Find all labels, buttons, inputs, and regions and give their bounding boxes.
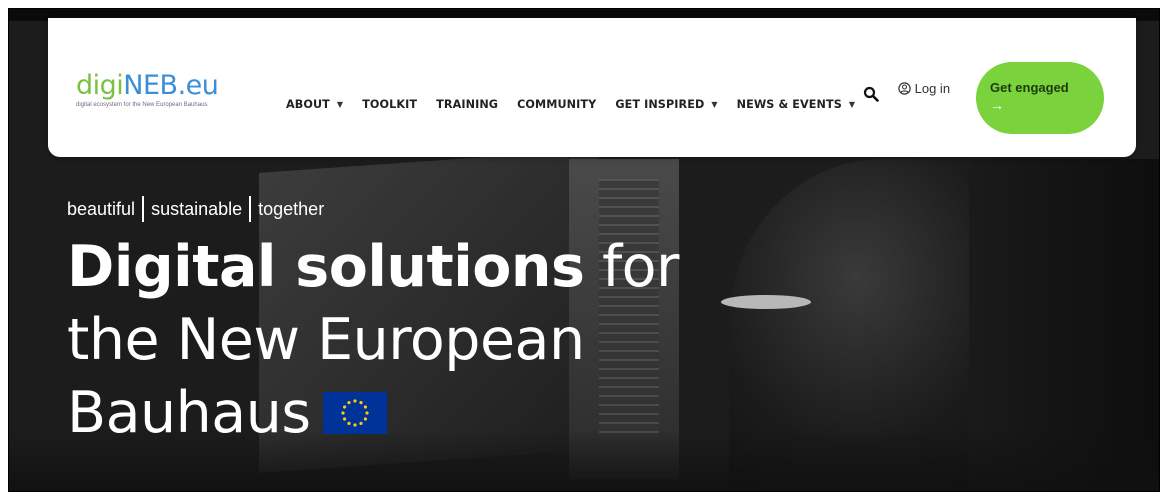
tagline-separator bbox=[142, 196, 145, 222]
logo-part-digi: digi bbox=[76, 70, 124, 101]
hero-headline: Digital solutions for the New European B… bbox=[67, 231, 787, 450]
logo-part-neb: NEB bbox=[123, 70, 178, 101]
tagline-word: together bbox=[258, 198, 325, 219]
headline-bold: Digital solutions bbox=[67, 234, 585, 300]
main-nav: ABOUT ▼ TOOLKIT TRAINING COMMUNITY GET IN… bbox=[286, 98, 874, 111]
nav-label: TOOLKIT bbox=[362, 98, 418, 111]
hero-tagline: beautiful sustainable together bbox=[67, 196, 324, 222]
chevron-down-icon: ▼ bbox=[848, 100, 856, 109]
nav-label: NEWS & EVENTS bbox=[736, 98, 842, 111]
site-logo[interactable]: digiNEB.eu digital ecosystem for the New… bbox=[76, 70, 219, 108]
site-header: digiNEB.eu digital ecosystem for the New… bbox=[48, 18, 1136, 157]
nav-label: COMMUNITY bbox=[517, 98, 597, 111]
eu-flag-icon bbox=[322, 392, 387, 434]
nav-item-news-events[interactable]: NEWS & EVENTS ▼ bbox=[737, 98, 856, 111]
logo-wordmark: digiNEB.eu bbox=[76, 70, 219, 101]
headline-line3: Bauhaus bbox=[67, 380, 311, 446]
nav-label: GET INSPIRED bbox=[615, 98, 705, 111]
headline-rest: for bbox=[584, 234, 679, 300]
page: beautiful sustainable together Digital s… bbox=[0, 0, 1166, 496]
arrow-right-icon: → bbox=[990, 97, 1004, 113]
search-icon[interactable] bbox=[863, 86, 879, 102]
get-engaged-button[interactable]: Get engaged → bbox=[976, 62, 1104, 134]
logo-subtitle: digital ecosystem for the New European B… bbox=[76, 102, 208, 108]
tagline-word: sustainable bbox=[151, 198, 243, 219]
nav-item-community[interactable]: COMMUNITY bbox=[517, 98, 596, 111]
login-link[interactable]: Log in bbox=[898, 80, 958, 97]
headline-line2: the New European bbox=[67, 307, 585, 373]
tagline-word: beautiful bbox=[67, 198, 136, 219]
nav-item-about[interactable]: ABOUT ▼ bbox=[286, 98, 343, 111]
nav-item-get-inspired[interactable]: GET INSPIRED ▼ bbox=[615, 98, 717, 111]
nav-label: ABOUT bbox=[286, 98, 330, 111]
cta-label: Get engaged bbox=[990, 80, 1069, 95]
chevron-down-icon: ▼ bbox=[336, 100, 344, 109]
login-label: Log in bbox=[914, 81, 951, 96]
nav-item-training[interactable]: TRAINING bbox=[436, 98, 498, 111]
nav-label: TRAINING bbox=[436, 98, 499, 111]
tagline-separator bbox=[249, 196, 252, 222]
logo-part-eu: .eu bbox=[177, 70, 219, 101]
nav-item-toolkit[interactable]: TOOLKIT bbox=[362, 98, 417, 111]
user-circle-icon bbox=[898, 82, 911, 95]
chevron-down-icon: ▼ bbox=[711, 100, 718, 109]
